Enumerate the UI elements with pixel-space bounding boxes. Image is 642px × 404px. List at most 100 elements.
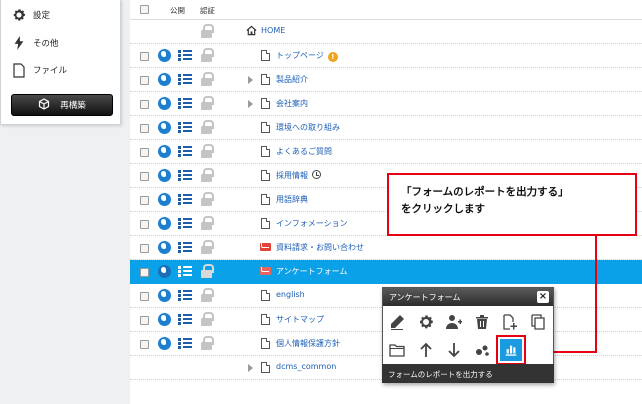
- form-report-inner[interactable]: [500, 339, 522, 361]
- list-icon[interactable]: [178, 49, 192, 62]
- select-all-checkbox[interactable]: [140, 5, 149, 14]
- tree-label[interactable]: 環境への取り組み: [276, 122, 340, 133]
- list-icon[interactable]: [178, 217, 192, 230]
- list-icon[interactable]: [178, 241, 192, 254]
- move-down-button[interactable]: [440, 336, 468, 364]
- row-checkbox[interactable]: [140, 268, 149, 277]
- tree-label[interactable]: dcms_common: [276, 362, 336, 371]
- form-report-button[interactable]: [496, 335, 526, 365]
- folder-icon: [389, 344, 405, 357]
- tree-label[interactable]: 用語辞典: [276, 194, 308, 205]
- sidebar-item-file[interactable]: ファイル: [11, 61, 67, 79]
- globe-icon[interactable]: [158, 313, 171, 326]
- expand-arrow-icon[interactable]: [248, 364, 253, 372]
- row-checkbox[interactable]: [140, 220, 149, 229]
- tree-label[interactable]: 採用情報: [276, 171, 308, 180]
- tree-label[interactable]: インフォメーション: [276, 218, 348, 229]
- globe-icon[interactable]: [158, 193, 171, 206]
- close-icon[interactable]: ×: [537, 291, 549, 303]
- list-icon[interactable]: [178, 193, 192, 206]
- row-checkbox[interactable]: [140, 100, 149, 109]
- add-page-button[interactable]: [496, 308, 524, 336]
- tree-row[interactable]: 資料請求・お問い合わせ: [130, 236, 642, 260]
- list-icon[interactable]: [178, 97, 192, 110]
- row-checkbox[interactable]: [140, 196, 149, 205]
- rebuild-button[interactable]: 再構築: [11, 94, 113, 116]
- globe-icon[interactable]: [158, 289, 171, 302]
- col-public: 公開: [170, 6, 185, 15]
- add-user-button[interactable]: [440, 308, 468, 336]
- arrow-down-icon: [448, 343, 460, 358]
- lock-icon: [201, 144, 214, 158]
- list-icon[interactable]: [178, 313, 192, 326]
- globe-icon[interactable]: [158, 121, 171, 134]
- row-checkbox[interactable]: [140, 76, 149, 85]
- tree-row-home[interactable]: HOME: [130, 20, 642, 44]
- page-icon: [261, 122, 270, 133]
- instruction-callout: 「フォームのレポートを出力する」 をクリックします: [387, 173, 637, 236]
- globe-icon[interactable]: [158, 265, 171, 278]
- list-icon[interactable]: [178, 169, 192, 182]
- row-checkbox[interactable]: [140, 292, 149, 301]
- tree-label[interactable]: 個人情報保護方針: [276, 338, 340, 349]
- row-checkbox[interactable]: [140, 340, 149, 349]
- callout-line-1: 「フォームのレポートを出力する」: [401, 186, 569, 198]
- globe-icon[interactable]: [158, 49, 171, 62]
- row-checkbox[interactable]: [140, 124, 149, 133]
- tree-label[interactable]: トップページ: [276, 51, 324, 60]
- list-icon[interactable]: [178, 121, 192, 134]
- list-icon[interactable]: [178, 289, 192, 302]
- tree-label[interactable]: 資料請求・お問い合わせ: [276, 242, 364, 253]
- globe-icon[interactable]: [158, 169, 171, 182]
- row-checkbox[interactable]: [140, 172, 149, 181]
- sidebar-item-label: 設定: [33, 11, 51, 21]
- row-checkbox[interactable]: [140, 52, 149, 61]
- tree-label[interactable]: アンケートフォーム: [276, 266, 347, 277]
- group-button[interactable]: [468, 336, 496, 364]
- warning-icon: !: [327, 52, 338, 62]
- page-icon: [261, 218, 270, 229]
- page-icon: [261, 98, 270, 109]
- globe-icon[interactable]: [158, 337, 171, 350]
- tree-row[interactable]: 製品紹介: [130, 68, 642, 92]
- move-up-button[interactable]: [412, 336, 440, 364]
- tree-row[interactable]: 会社案内: [130, 92, 642, 116]
- page-icon: [261, 170, 270, 181]
- tree-row[interactable]: トップページ!: [130, 44, 642, 68]
- sidebar-item-other[interactable]: その他: [11, 34, 59, 52]
- page-icon: [261, 50, 270, 61]
- delete-button[interactable]: [468, 308, 496, 336]
- expand-arrow-icon[interactable]: [248, 100, 253, 108]
- globe-icon[interactable]: [158, 97, 171, 110]
- tree-label[interactable]: よくあるご質問: [276, 146, 332, 157]
- row-checkbox[interactable]: [140, 148, 149, 157]
- row-checkbox[interactable]: [140, 244, 149, 253]
- list-icon[interactable]: [178, 265, 192, 278]
- tree-label[interactable]: HOME: [261, 26, 285, 35]
- settings-button[interactable]: [412, 308, 440, 336]
- globe-icon[interactable]: [158, 73, 171, 86]
- tree-label[interactable]: english: [276, 290, 305, 299]
- page-icon: [261, 74, 270, 85]
- add-page-icon: [503, 314, 517, 330]
- home-icon: [246, 25, 257, 36]
- list-icon[interactable]: [178, 73, 192, 86]
- tree-label[interactable]: 製品紹介: [276, 74, 308, 85]
- tree-label[interactable]: サイトマップ: [276, 314, 324, 325]
- lock-icon: [201, 312, 214, 326]
- globe-icon[interactable]: [158, 217, 171, 230]
- row-checkbox[interactable]: [140, 316, 149, 325]
- list-icon[interactable]: [178, 337, 192, 350]
- edit-button[interactable]: [383, 308, 411, 336]
- expand-arrow-icon[interactable]: [248, 76, 253, 84]
- tree-row[interactable]: 環境への取り組み: [130, 116, 642, 140]
- list-icon[interactable]: [178, 145, 192, 158]
- sidebar-item-settings[interactable]: 設定: [11, 6, 50, 24]
- globe-icon[interactable]: [158, 241, 171, 254]
- tree-label[interactable]: 会社案内: [276, 98, 308, 109]
- copy-button[interactable]: [524, 308, 552, 336]
- tree-row-selected[interactable]: アンケートフォーム: [130, 260, 642, 284]
- tree-row[interactable]: よくあるご質問: [130, 140, 642, 164]
- globe-icon[interactable]: [158, 145, 171, 158]
- folder-button[interactable]: [383, 336, 411, 364]
